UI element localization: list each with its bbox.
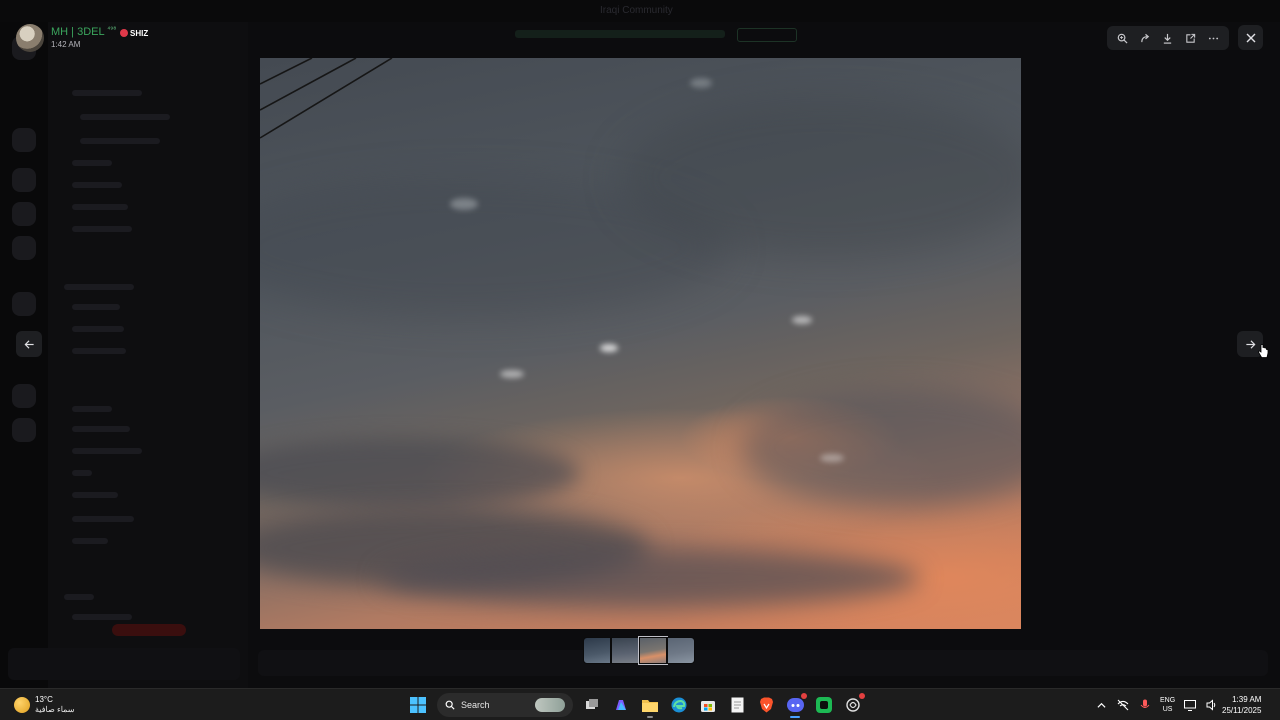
cloud-highlight xyxy=(600,344,618,352)
thumbnail[interactable] xyxy=(583,637,611,664)
cloud-highlight xyxy=(450,198,478,210)
network-tray-button[interactable] xyxy=(1116,698,1130,712)
green-app-button[interactable] xyxy=(814,695,834,715)
more-icon xyxy=(1208,37,1219,39)
message-composer xyxy=(258,650,1268,676)
thumbnail[interactable] xyxy=(667,637,695,664)
notice-banner xyxy=(515,28,805,42)
search-highlight-image xyxy=(535,698,565,712)
zoom-icon xyxy=(1117,33,1128,44)
open-in-browser-button[interactable] xyxy=(1182,29,1200,47)
thumbnail-strip xyxy=(583,636,695,665)
search-label: Search xyxy=(461,700,490,710)
arrow-right-icon xyxy=(1245,339,1255,349)
close-icon xyxy=(1246,33,1255,42)
store-icon xyxy=(701,701,715,712)
brave-button[interactable] xyxy=(756,695,776,715)
weather-widget[interactable]: 13°C سماء صافية xyxy=(14,693,75,717)
display-icon xyxy=(1184,699,1197,711)
more-button[interactable] xyxy=(1205,29,1223,47)
weather-temp: 13°C xyxy=(35,695,53,704)
window-titlebar: Iraqi Community xyxy=(0,0,1280,22)
open-in-browser-icon xyxy=(1186,33,1196,43)
file-explorer-button[interactable] xyxy=(640,695,660,718)
sky-photo[interactable] xyxy=(260,58,1021,629)
guild-tag: SHIZ xyxy=(120,27,148,39)
thumbnail-selected[interactable] xyxy=(638,636,668,665)
discord-button[interactable] xyxy=(785,693,807,718)
discord-icon xyxy=(786,698,804,712)
zoom-button[interactable] xyxy=(1113,29,1131,47)
arrow-left-icon xyxy=(24,339,34,349)
task-view-icon xyxy=(586,699,598,709)
forward-icon xyxy=(1140,33,1149,42)
guild-tag-icon xyxy=(120,29,128,37)
file-explorer-icon xyxy=(642,700,658,712)
thumbnail[interactable] xyxy=(611,637,639,664)
chatgpt-button[interactable] xyxy=(843,693,865,715)
previous-image-button[interactable] xyxy=(16,331,42,357)
cloud-band xyxy=(620,98,1021,258)
new-messages-pill xyxy=(112,624,186,636)
speaker-icon xyxy=(1206,699,1216,711)
weather-condition: سماء صافية xyxy=(35,705,75,714)
username[interactable]: MH | 3DEL ⁴⁹⁸ xyxy=(51,26,116,38)
copilot-button[interactable] xyxy=(611,695,631,715)
taskbar-search[interactable]: Search xyxy=(437,693,573,717)
network-off-icon xyxy=(1117,699,1129,711)
display-tray-button[interactable] xyxy=(1183,698,1197,712)
cloud-highlight xyxy=(690,78,712,88)
channel-list xyxy=(48,22,248,688)
avatar[interactable] xyxy=(16,24,44,52)
cloud-highlight xyxy=(500,370,524,378)
system-tray: ENG US xyxy=(1094,693,1219,717)
input-language[interactable]: ENG US xyxy=(1160,696,1175,714)
app-green-icon xyxy=(816,697,832,713)
task-view-button[interactable] xyxy=(582,695,602,715)
cloud-highlight xyxy=(820,454,844,462)
windows-taskbar: 13°C سماء صافية Search ENG US 1:39 AM 25… xyxy=(0,688,1280,720)
user-panel xyxy=(8,648,240,680)
windows-start-icon xyxy=(410,697,426,713)
start-button[interactable] xyxy=(408,695,428,715)
volume-tray-button[interactable] xyxy=(1205,698,1219,712)
notification-badge xyxy=(859,693,865,699)
microphone-icon xyxy=(1140,699,1150,708)
clock-date: 25/11/2025 xyxy=(1222,706,1262,715)
system-clock[interactable]: 1:39 AM 25/11/2025 xyxy=(1222,694,1261,716)
taskbar-apps: Search xyxy=(408,692,865,718)
cloud-highlight xyxy=(792,316,812,324)
notification-badge xyxy=(801,693,807,699)
search-icon xyxy=(445,700,455,710)
download-button[interactable] xyxy=(1159,29,1177,47)
screen: Iraqi Community MH | 3DEL ⁴⁹⁸ SHIZ 1:42 … xyxy=(0,0,1280,720)
notepad-button[interactable] xyxy=(727,695,747,715)
close-button[interactable] xyxy=(1238,25,1263,50)
notepad-icon xyxy=(731,697,743,713)
clock-time: 1:39 AM xyxy=(1232,695,1262,704)
cloud-band xyxy=(380,548,920,608)
hand-cursor-icon xyxy=(1258,344,1269,358)
forward-button[interactable] xyxy=(1136,29,1154,47)
store-button[interactable] xyxy=(698,695,718,715)
chevron-up-icon xyxy=(1096,702,1106,708)
brave-icon xyxy=(759,697,773,713)
chatgpt-icon xyxy=(846,698,860,712)
edge-button[interactable] xyxy=(669,695,689,715)
moon-icon xyxy=(14,697,30,713)
download-icon xyxy=(1164,33,1172,44)
copilot-icon xyxy=(616,700,626,710)
window-title: Iraqi Community xyxy=(600,5,673,16)
message-timestamp: 1:42 AM xyxy=(51,40,81,49)
edge-icon xyxy=(671,697,687,713)
image-toolbar xyxy=(1107,26,1229,50)
show-hidden-icons-button[interactable] xyxy=(1094,698,1108,712)
microphone-tray-button[interactable] xyxy=(1138,698,1152,712)
